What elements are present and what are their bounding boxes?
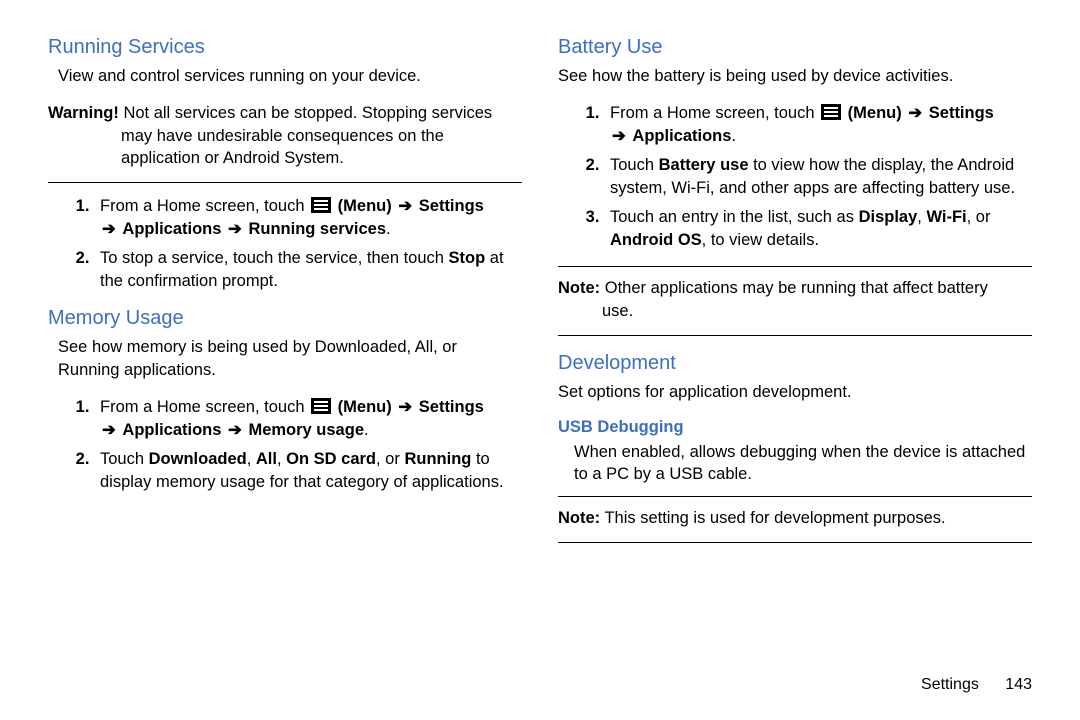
mu2-e: ,	[277, 450, 286, 468]
note2-label: Note:	[558, 509, 600, 527]
bu-step-2: Touch Battery use to view how the displa…	[604, 154, 1032, 200]
arrow-icon: ➔	[612, 125, 626, 148]
note-block-2: Note: This setting is used for developme…	[558, 496, 1032, 543]
period: .	[364, 421, 369, 439]
bu3-a: Touch an entry in the list, such as	[610, 208, 859, 226]
menu-icon	[311, 398, 331, 414]
footer-page-number: 143	[1005, 676, 1032, 693]
mu2-a: Touch	[100, 450, 149, 468]
arrow-icon: ➔	[228, 218, 242, 241]
page-body: Running Services View and control servic…	[0, 0, 1080, 559]
warning-label: Warning!	[48, 104, 119, 122]
note-block-1: Note: Other applications may be running …	[558, 266, 1032, 336]
bu-step-1: From a Home screen, touch (Menu) ➔ Setti…	[604, 102, 1032, 148]
heading-battery-use: Battery Use	[558, 36, 1032, 59]
warning-line1: Not all services can be stopped. Stoppin…	[119, 104, 492, 122]
arrow-icon: ➔	[398, 396, 412, 419]
arrow-icon: ➔	[398, 195, 412, 218]
warning-block: Warning! Not all services can be stopped…	[48, 102, 522, 183]
mu2-downloaded: Downloaded	[149, 450, 247, 468]
bu2-a: Touch	[610, 156, 659, 174]
mu-step-1: From a Home screen, touch (Menu) ➔ Setti…	[94, 396, 522, 442]
bu3-e: , or	[967, 208, 991, 226]
bu1-settings: Settings	[929, 104, 994, 122]
bu3-android: Android OS	[610, 231, 702, 249]
battery-use-steps: From a Home screen, touch (Menu) ➔ Setti…	[558, 102, 1032, 253]
rs1-menu: (Menu)	[338, 197, 392, 215]
warning-line3: application or Android System.	[48, 147, 344, 170]
bu3-wifi: Wi-Fi	[926, 208, 966, 226]
period: .	[731, 127, 736, 145]
menu-icon	[821, 104, 841, 120]
note2-body: This setting is used for development pur…	[600, 509, 945, 527]
mu1-settings: Settings	[419, 398, 484, 416]
rs1-settings: Settings	[419, 197, 484, 215]
note-text-1: Note: Other applications may be running …	[558, 277, 1032, 323]
rs-step-2: To stop a service, touch the service, th…	[94, 247, 522, 293]
rs2-stop: Stop	[449, 249, 486, 267]
mu1-applications: Applications	[122, 421, 221, 439]
memory-usage-steps: From a Home screen, touch (Menu) ➔ Setti…	[48, 396, 522, 494]
arrow-icon: ➔	[102, 419, 116, 442]
period: .	[386, 220, 391, 238]
mu2-all: All	[256, 450, 277, 468]
arrow-icon: ➔	[102, 218, 116, 241]
rs1-running: Running services	[248, 220, 386, 238]
bu3-display: Display	[859, 208, 918, 226]
note-text-2: Note: This setting is used for developme…	[558, 507, 1032, 530]
heading-usb-debugging: USB Debugging	[558, 418, 1032, 437]
mu-step-2: Touch Downloaded, All, On SD card, or Ru…	[94, 448, 522, 494]
note1-line2: use.	[558, 300, 633, 323]
running-services-steps: From a Home screen, touch (Menu) ➔ Setti…	[48, 195, 522, 293]
bu1-menu: (Menu)	[848, 104, 902, 122]
footer-section: Settings	[921, 676, 979, 693]
memory-usage-intro: See how memory is being used by Download…	[48, 336, 522, 382]
development-intro: Set options for application development.	[558, 381, 1032, 404]
mu1-a: From a Home screen, touch	[100, 398, 309, 416]
warning-text: Warning! Not all services can be stopped…	[48, 102, 522, 170]
mu2-c: ,	[247, 450, 256, 468]
menu-icon	[311, 197, 331, 213]
heading-running-services: Running Services	[48, 36, 522, 59]
rs1-applications: Applications	[122, 220, 221, 238]
page-footer: Settings 143	[921, 676, 1032, 694]
warning-line2: may have undesirable consequences on the	[48, 125, 444, 148]
bu1-a: From a Home screen, touch	[610, 104, 819, 122]
mu1-menu: (Menu)	[338, 398, 392, 416]
bu1-applications: Applications	[632, 127, 731, 145]
right-column: Battery Use See how the battery is being…	[558, 36, 1032, 559]
bu2-battery: Battery use	[659, 156, 749, 174]
mu2-sd: On SD card	[286, 450, 376, 468]
usb-debugging-body: When enabled, allows debugging when the …	[558, 441, 1032, 487]
note1-line1: Other applications may be running that a…	[600, 279, 988, 297]
mu2-running: Running	[404, 450, 471, 468]
heading-development: Development	[558, 352, 1032, 375]
heading-memory-usage: Memory Usage	[48, 307, 522, 330]
running-services-intro: View and control services running on you…	[48, 65, 522, 88]
arrow-icon: ➔	[228, 419, 242, 442]
rs-step-1: From a Home screen, touch (Menu) ➔ Setti…	[94, 195, 522, 241]
bu3-g: , to view details.	[702, 231, 819, 249]
rs2-a: To stop a service, touch the service, th…	[100, 249, 449, 267]
note1-label: Note:	[558, 279, 600, 297]
left-column: Running Services View and control servic…	[48, 36, 522, 559]
bu-step-3: Touch an entry in the list, such as Disp…	[604, 206, 1032, 252]
battery-use-intro: See how the battery is being used by dev…	[558, 65, 1032, 88]
mu1-memory: Memory usage	[248, 421, 364, 439]
mu2-g: , or	[376, 450, 404, 468]
rs1-a: From a Home screen, touch	[100, 197, 309, 215]
arrow-icon: ➔	[908, 102, 922, 125]
